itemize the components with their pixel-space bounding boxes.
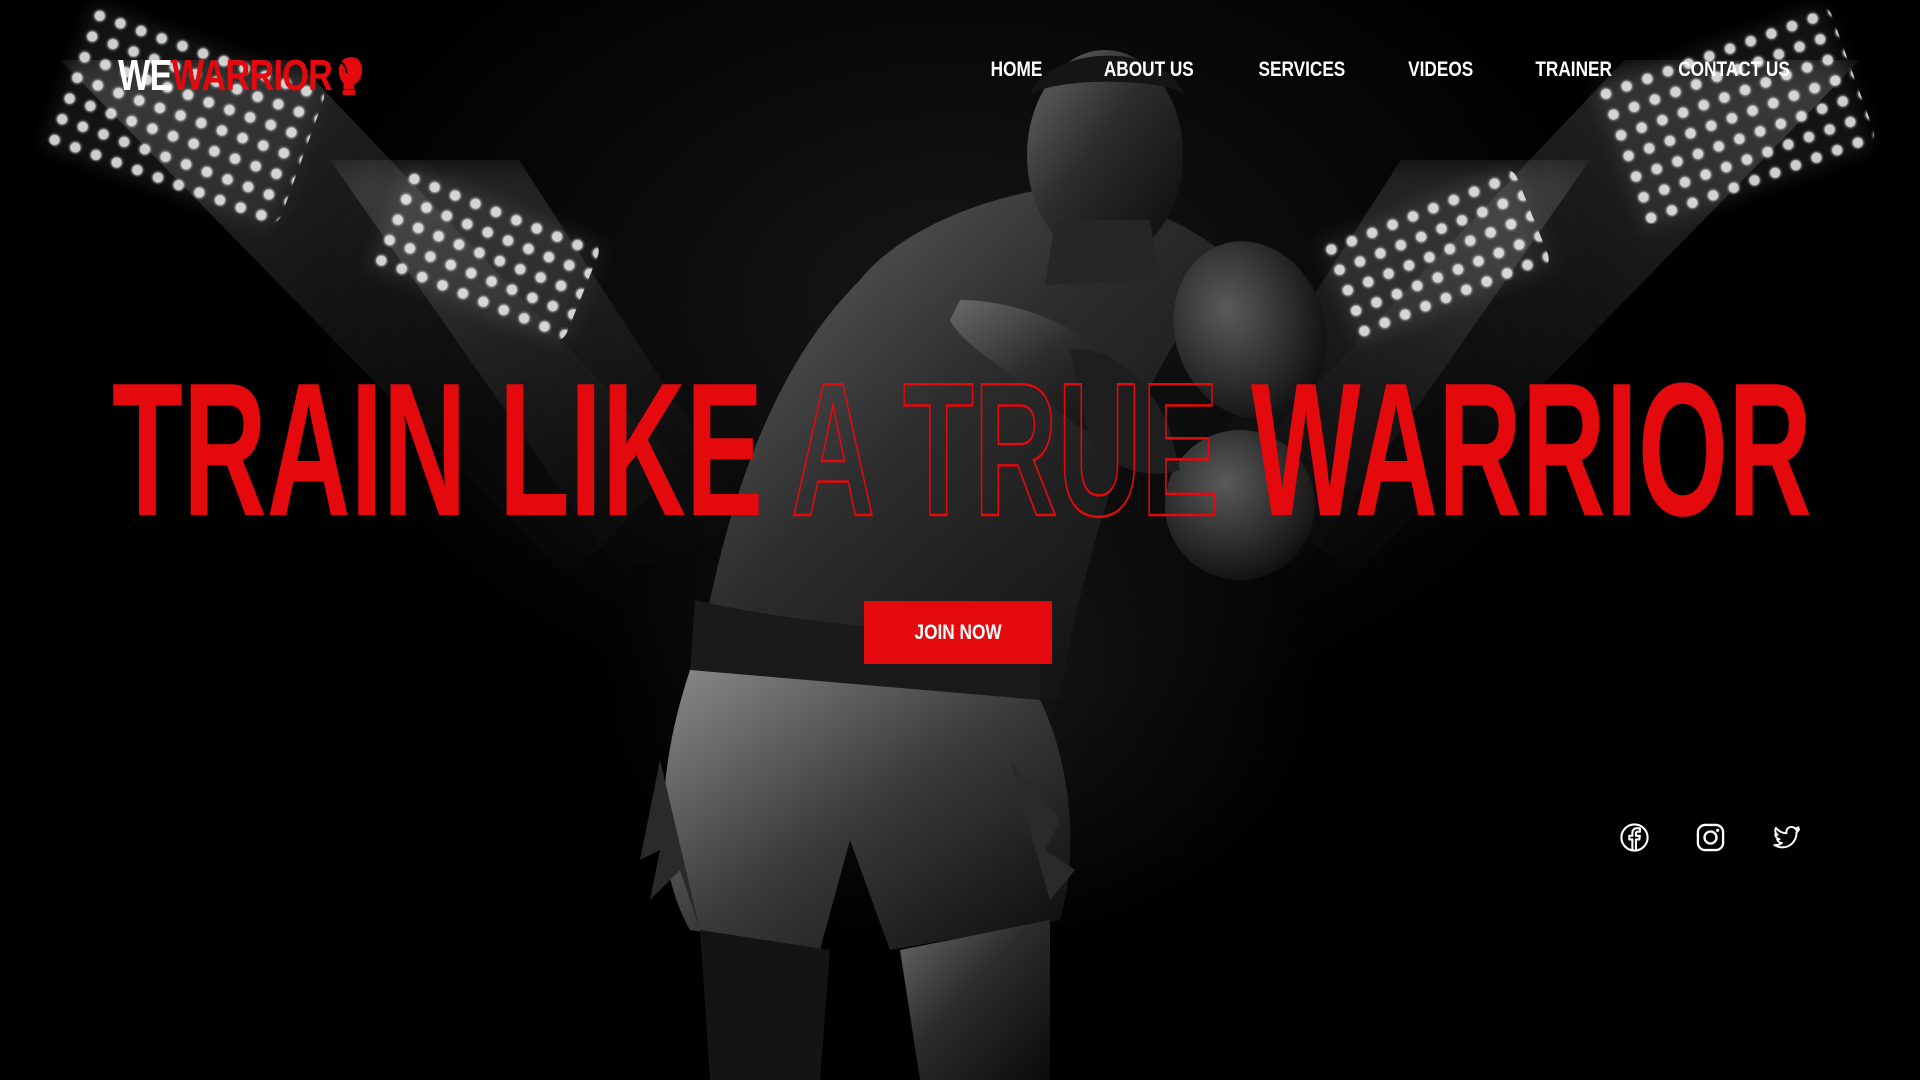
twitter-icon[interactable] (1771, 822, 1802, 853)
headline-solid-1: TRAIN LIKE (112, 344, 763, 556)
join-now-label: JOIN NOW (914, 620, 1002, 644)
nav-videos[interactable]: VIDEOS (1408, 58, 1473, 82)
hero-headline-text: TRAIN LIKE A TRUE WARRIOR (112, 344, 1812, 556)
logo-prefix: WE (118, 51, 173, 100)
hero-page: WE WARRIOR HOME ABOUT US SERVICES VIDEOS… (0, 0, 1920, 1080)
stadium-light-right (1591, 1, 1879, 229)
nav-services[interactable]: SERVICES (1259, 58, 1346, 82)
stadium-light-right-inner (1317, 164, 1553, 346)
join-now-button[interactable]: JOIN NOW (864, 601, 1052, 664)
brand-logo[interactable]: WE WARRIOR (118, 50, 363, 102)
nav-trainer[interactable]: TRAINER (1535, 58, 1612, 82)
nav-about-us[interactable]: ABOUT US (1104, 58, 1194, 82)
nav-contact-us[interactable]: CONTACT US (1678, 58, 1790, 82)
headline-solid-2: WARRIOR (1251, 344, 1812, 556)
stadium-light-left-inner (367, 164, 603, 346)
stadium-light-left (41, 1, 329, 229)
logo-suffix: WARRIOR (171, 51, 333, 100)
instagram-icon[interactable] (1695, 822, 1726, 853)
boxing-glove-icon (337, 57, 364, 95)
main-nav: HOME ABOUT US SERVICES VIDEOS TRAINER CO… (985, 58, 1802, 82)
hero-headline: TRAIN LIKE A TRUE WARRIOR (112, 343, 1812, 558)
facebook-icon[interactable] (1619, 822, 1650, 853)
social-links (1619, 822, 1802, 853)
nav-home[interactable]: HOME (990, 58, 1042, 82)
headline-outline: A TRUE (791, 344, 1219, 556)
